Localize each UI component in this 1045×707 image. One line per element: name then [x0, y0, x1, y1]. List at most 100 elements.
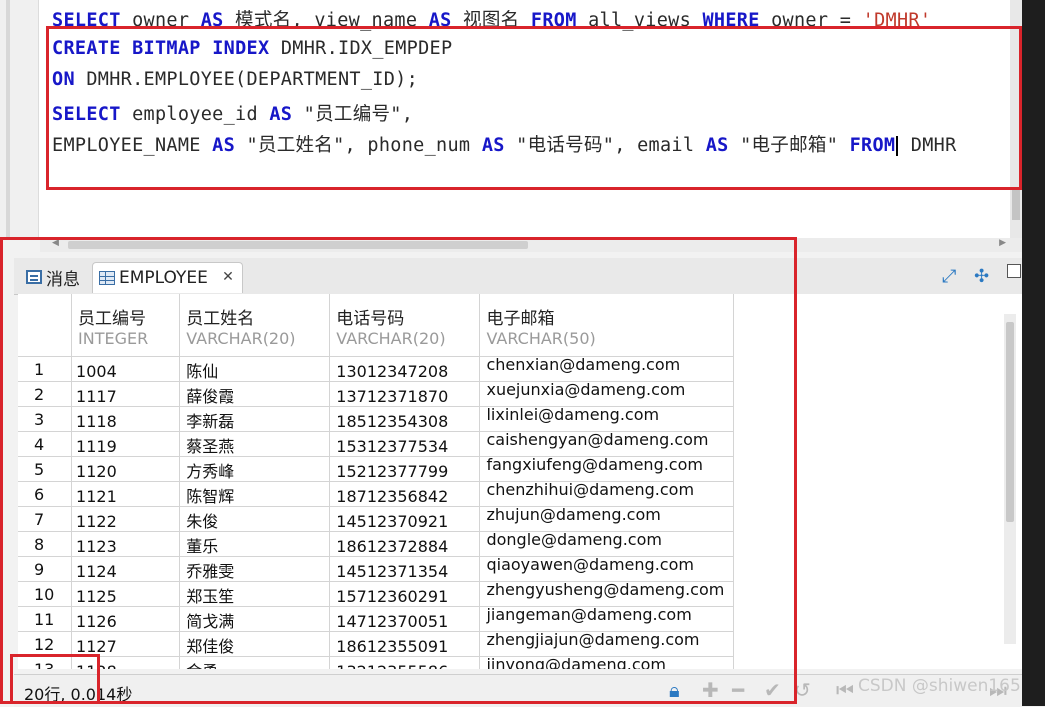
message-icon: [26, 270, 42, 284]
employee-id-cell[interactable]: 1125: [71, 581, 181, 607]
email-cell[interactable]: zhujun@dameng.com: [479, 506, 734, 532]
employee-id-cell[interactable]: 1127: [71, 631, 181, 657]
phone-cell[interactable]: 15212377799: [329, 456, 481, 482]
email-cell[interactable]: chenzhihui@dameng.com: [479, 481, 734, 507]
phone-cell[interactable]: 18712356842: [329, 481, 481, 507]
employee-name-cell[interactable]: 陈仙: [179, 356, 331, 382]
employee-id-cell[interactable]: 1128: [71, 656, 181, 669]
scrollbar-thumb[interactable]: [68, 241, 528, 249]
phone-cell[interactable]: 18612372884: [329, 531, 481, 557]
employee-name-cell[interactable]: 薛俊霞: [179, 381, 331, 407]
phone-cell[interactable]: 18512354308: [329, 406, 481, 432]
lock-icon[interactable]: 🔒︎: [669, 678, 680, 702]
employee-id-cell[interactable]: 1117: [71, 381, 181, 407]
email-cell[interactable]: xuejunxia@dameng.com: [479, 381, 734, 407]
add-row-icon[interactable]: ✚: [702, 678, 719, 702]
employee-name-cell[interactable]: 李新磊: [179, 406, 331, 432]
table-row[interactable]: 131128金勇13212355586jinyong@dameng.com: [18, 656, 734, 669]
email-cell[interactable]: lixinlei@dameng.com: [479, 406, 734, 432]
undo-icon[interactable]: ↺: [794, 678, 811, 702]
email-cell[interactable]: caishengyan@dameng.com: [479, 431, 734, 457]
phone-cell[interactable]: 14512370921: [329, 506, 481, 532]
phone-cell[interactable]: 13712371870: [329, 381, 481, 407]
phone-cell[interactable]: 14712370051: [329, 606, 481, 632]
scroll-left-icon[interactable]: ◀: [52, 238, 59, 248]
employee-name-cell[interactable]: 董乐: [179, 531, 331, 557]
employee-id-cell[interactable]: 1122: [71, 506, 181, 532]
phone-cell[interactable]: 18612355091: [329, 631, 481, 657]
table-row[interactable]: 3 1118 李新磊 18512354308 lixinlei@dameng.com: [18, 406, 734, 432]
keyword: INDEX: [212, 38, 270, 59]
email-cell[interactable]: fangxiufeng@dameng.com: [479, 456, 734, 482]
maximize-icon[interactable]: [1007, 264, 1021, 278]
code-line-2[interactable]: CREATE BITMAP INDEX DMHR.IDX_EMPDEP: [52, 38, 452, 59]
employee-id-cell[interactable]: 1126: [71, 606, 181, 632]
tab-messages[interactable]: 消息: [20, 262, 86, 292]
editor-horizontal-scrollbar[interactable]: ◀ ▶: [40, 238, 1022, 252]
column-header[interactable]: 员工编号 INTEGER: [71, 294, 181, 357]
employee-name-cell[interactable]: 郑玉笙: [179, 581, 331, 607]
first-page-icon[interactable]: ⏮: [836, 678, 854, 702]
tab-employee[interactable]: EMPLOYEE ✕: [92, 262, 243, 293]
pin-icon[interactable]: ✣: [974, 266, 989, 287]
email-cell[interactable]: zhengyusheng@dameng.com: [479, 581, 734, 607]
table-row[interactable]: 5 1120 方秀峰 15212377799 fangxiufeng@dameng.co…: [18, 456, 734, 482]
result-grid[interactable]: 员工编号 INTEGER 员工姓名 VARCHAR(20) 电话号码 VARCH…: [18, 294, 1022, 669]
employee-id-cell[interactable]: 1123: [71, 531, 181, 557]
code-line-3[interactable]: ON DMHR.EMPLOYEE(DEPARTMENT_ID);: [52, 69, 418, 90]
phone-cell[interactable]: 15312377534: [329, 431, 481, 457]
employee-id-cell[interactable]: 1118: [71, 406, 181, 432]
phone-cell[interactable]: 15712360291: [329, 581, 481, 607]
table-row[interactable]: 6 1121 陈智辉 18712356842 chenzhihui@dameng.com: [18, 481, 734, 507]
editor-vertical-scrollbar[interactable]: [1010, 0, 1022, 238]
column-header[interactable]: 员工姓名 VARCHAR(20): [179, 294, 331, 357]
phone-cell[interactable]: 13012347208: [329, 356, 481, 382]
employee-name-cell[interactable]: 乔雅雯: [179, 556, 331, 582]
table-row[interactable]: 12 1127 郑佳俊 18612355091 zhengjiajun@dameng.c…: [18, 631, 734, 657]
scroll-right-icon[interactable]: ▶: [999, 238, 1006, 248]
tab-label: EMPLOYEE: [119, 268, 208, 288]
employee-id-cell[interactable]: 1120: [71, 456, 181, 482]
table-row[interactable]: 11 1126 简戈满 14712370051 jiangeman@dameng.com: [18, 606, 734, 632]
phone-cell[interactable]: 13212355586: [329, 656, 481, 669]
table-row[interactable]: 9 1124 乔雅雯 14512371354 qiaoyawen@dameng.com: [18, 556, 734, 582]
code-line-1[interactable]: SELECT owner AS 模式名, view_name AS 视图名 FR…: [52, 6, 931, 32]
commit-icon[interactable]: ✔: [764, 678, 781, 702]
code-line-5[interactable]: EMPLOYEE_NAME AS "员工姓名", phone_num AS "电…: [52, 131, 957, 157]
column-header[interactable]: 电话号码 VARCHAR(20): [329, 294, 481, 357]
table-row[interactable]: 7 1122 朱俊 14512370921 zhujun@dameng.com: [18, 506, 734, 532]
employee-id-cell[interactable]: 1121: [71, 481, 181, 507]
row-number: 6: [18, 481, 73, 507]
employee-id-cell[interactable]: 1124: [71, 556, 181, 582]
employee-name-cell[interactable]: 朱俊: [179, 506, 331, 532]
employee-id-cell[interactable]: 1004: [71, 356, 181, 382]
scrollbar-thumb[interactable]: [1012, 190, 1020, 220]
employee-name-cell[interactable]: 方秀峰: [179, 456, 331, 482]
employee-name-cell[interactable]: 陈智辉: [179, 481, 331, 507]
delete-row-icon[interactable]: ━: [732, 678, 744, 702]
sql-editor[interactable]: SELECT owner AS 模式名, view_name AS 视图名 FR…: [0, 0, 1022, 238]
email-cell[interactable]: jinyong@dameng.com: [479, 656, 734, 669]
grid-vertical-scrollbar[interactable]: [1004, 314, 1016, 644]
table-row[interactable]: 4 1119 蔡圣燕 15312377534 caishengyan@dameng.co…: [18, 431, 734, 457]
table-row[interactable]: 10 1125 郑玉笙 15712360291 zhengyusheng@dameng.…: [18, 581, 734, 607]
close-icon[interactable]: ✕: [222, 269, 234, 285]
table-row[interactable]: 1 1004 陈仙 13012347208 chenxian@dameng.com: [18, 356, 734, 382]
employee-name-cell[interactable]: 蔡圣燕: [179, 431, 331, 457]
employee-id-cell[interactable]: 1119: [71, 431, 181, 457]
column-header[interactable]: 电子邮箱 VARCHAR(50): [479, 294, 734, 357]
scrollbar-thumb[interactable]: [1006, 322, 1014, 522]
expand-icon[interactable]: ⤢: [942, 266, 956, 287]
email-cell[interactable]: zhengjiajun@dameng.com: [479, 631, 734, 657]
employee-name-cell[interactable]: 金勇: [179, 656, 331, 669]
table-row[interactable]: 2 1117 薛俊霞 13712371870 xuejunxia@dameng.com: [18, 381, 734, 407]
employee-name-cell[interactable]: 简戈满: [179, 606, 331, 632]
employee-name-cell[interactable]: 郑佳俊: [179, 631, 331, 657]
table-row[interactable]: 8 1123 董乐 18612372884 dongle@dameng.com: [18, 531, 734, 557]
email-cell[interactable]: chenxian@dameng.com: [479, 356, 734, 382]
phone-cell[interactable]: 14512371354: [329, 556, 481, 582]
email-cell[interactable]: dongle@dameng.com: [479, 531, 734, 557]
email-cell[interactable]: qiaoyawen@dameng.com: [479, 556, 734, 582]
code-line-4[interactable]: SELECT employee_id AS "员工编号",: [52, 100, 413, 126]
email-cell[interactable]: jiangeman@dameng.com: [479, 606, 734, 632]
